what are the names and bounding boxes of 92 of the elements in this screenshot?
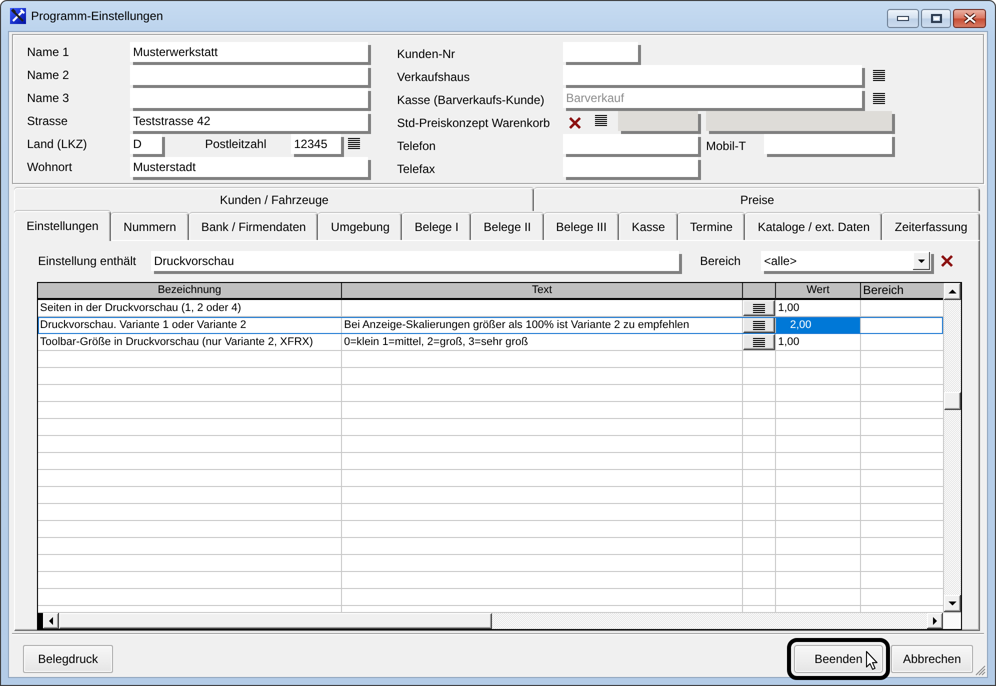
input-field[interactable]: Musterwerkstatt [130,42,368,62]
tab[interactable]: Belege I [402,213,472,240]
column-header[interactable] [743,283,776,300]
table-cell: 0=klein 1=mittel, 2=groß, 3=sehr groß [342,334,743,351]
tab[interactable]: Preise [534,188,980,211]
scrollbar-thumb[interactable] [59,613,492,629]
list-icon[interactable] [348,138,360,149]
tools-icon [10,8,26,24]
cross-icon[interactable] [568,116,582,130]
table-cell[interactable]: 2,00 [776,317,861,334]
table-cell: Seiten in der Druckvorschau (1, 2 oder 4) [38,300,342,317]
field-label: Einstellung enthält [38,253,138,270]
maximize-icon [930,14,942,23]
table-cell: Druckvorschau. Variante 1 oder Variante 2 [38,317,342,334]
tab[interactable]: Einstellungen [14,211,112,241]
close-button[interactable] [953,9,986,28]
field-label: Name 1 [27,44,70,61]
field-label: Kunden-Nr [397,46,456,63]
input-field[interactable] [130,88,368,108]
tab[interactable]: Kataloge / ext. Daten [745,213,882,240]
window-title: Programm-Einstellungen [31,9,164,23]
list-icon [753,304,765,312]
tab[interactable]: Bank / Firmendaten [188,213,318,240]
field-label: Wohnort [27,159,74,176]
list-icon [753,320,765,330]
caret-icon[interactable] [913,252,930,270]
left-arrow-icon[interactable] [43,613,59,629]
input-field[interactable] [563,157,698,177]
field-label: Kasse (Barverkaufs-Kunde) [397,92,546,109]
field-label: Name 2 [27,67,70,84]
column-header[interactable]: Bereich [861,283,943,300]
scrollbar-thumb[interactable] [944,392,961,410]
input-field[interactable] [130,65,368,85]
tab[interactable]: Umgebung [318,213,402,240]
field-label: Land (LKZ) [27,136,88,153]
minimize-button[interactable] [887,9,919,28]
table-row[interactable]: Toolbar-Größe in Druckvorschau (nur Variante 2, XFRX) 0=klein 1=mittel, 2=groß, 3=sehr groß 1,00 [38,334,943,351]
tab[interactable]: Belege II [471,213,544,240]
table-cell: Toolbar-Größe in Druckvorschau (nur Variante 2, XFRX) [38,334,342,351]
list-icon[interactable] [873,70,885,81]
grid-splitter-handle[interactable] [38,613,43,629]
field-label: Strasse [27,113,69,130]
list-button[interactable] [743,334,775,350]
column-header[interactable]: Bezeichnung [38,283,342,300]
input-field[interactable] [563,42,638,62]
field-label: Std-Preiskonzept Warenkorb [397,115,551,132]
dialog-button[interactable]: Abbrechen [891,645,973,673]
horizontal-scrollbar[interactable] [38,612,961,629]
field-label: Telefax [397,161,436,178]
right-arrow-icon[interactable] [927,613,943,629]
input-field[interactable]: D [130,134,162,154]
tab[interactable]: Zeiterfassung [882,213,980,240]
column-header[interactable]: Text [342,283,743,300]
input-field[interactable] [563,134,698,154]
field-label: Verkaufshaus [397,69,471,86]
up-arrow-icon[interactable] [944,283,961,300]
field-label: Name 3 [27,90,70,107]
minimize-icon [897,16,909,21]
field-label: Bereich [700,253,742,270]
table-row[interactable]: Seiten in der Druckvorschau (1, 2 oder 4) 1,00 [38,300,943,317]
field-label: Mobil-T [706,138,748,155]
input-field[interactable]: Musterstadt [130,157,368,177]
input-field[interactable] [563,65,862,85]
field-label: Postleitzahl [205,136,268,153]
vertical-scrollbar[interactable] [943,283,961,612]
mouse-pointer-icon [866,651,878,670]
maximize-button[interactable] [921,9,951,28]
list-button[interactable] [743,300,775,316]
field-label: Telefon [397,138,437,155]
list-icon[interactable] [873,93,885,104]
list-button[interactable] [743,317,775,333]
close-icon [962,13,976,24]
tab[interactable]: Nummern [111,213,189,240]
tab[interactable]: Kunden / Fahrzeuge [14,188,534,211]
list-icon[interactable] [595,115,607,126]
list-icon [753,338,765,346]
table-row[interactable]: Druckvorschau. Variante 1 oder Variante 2 Bei Anzeige-Skalierungen größer als 100% ist Variante 2 zu empfehlen 2,00 [38,317,943,334]
cross-icon[interactable] [940,254,954,268]
area-dropdown[interactable]: <alle> [761,251,931,271]
input-field[interactable]: Druckvorschau [151,251,679,271]
column-header[interactable]: Wert [776,283,861,300]
tab[interactable]: Termine [678,213,746,240]
table-cell: 1,00 [776,300,861,317]
dialog-button[interactable]: Belegdruck [23,645,113,673]
input-field[interactable]: 12345 [291,134,341,154]
tab[interactable]: Kasse [619,213,678,240]
input-field[interactable] [764,134,892,154]
resize-grip-icon[interactable] [975,665,986,676]
input-field[interactable]: Teststrasse 42 [130,111,368,131]
table-cell: 1,00 [776,334,861,351]
down-arrow-icon[interactable] [944,595,961,612]
tab[interactable]: Belege III [544,213,620,240]
